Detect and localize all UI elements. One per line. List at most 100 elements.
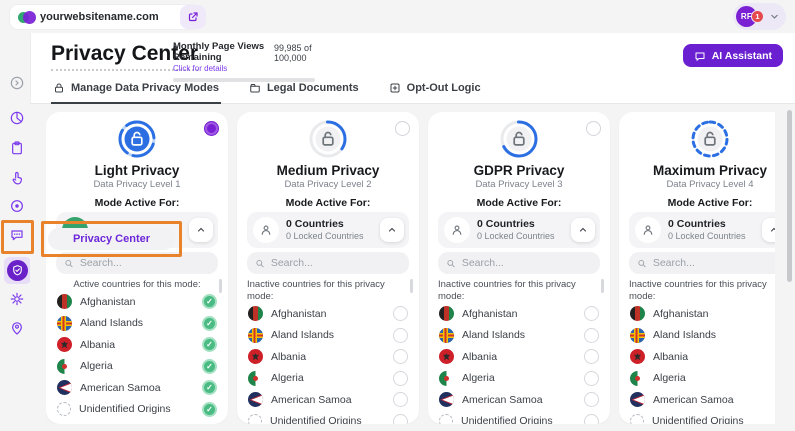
pie-chart-icon[interactable] [9,110,25,126]
tab-manage-data-privacy-modes[interactable]: Manage Data Privacy Modes [51,82,221,104]
country-flag [439,306,454,321]
country-name: Albania [653,351,688,363]
country-flag [630,414,644,424]
country-status[interactable] [202,316,217,331]
country-row: Unidentified Origins [438,411,600,425]
account-menu[interactable]: RF 1 [733,3,786,30]
person-pin-icon[interactable] [9,320,25,336]
tab-legal-documents[interactable]: Legal Documents [247,82,361,104]
country-flag [248,328,263,343]
country-row: Unidentified Origins [247,411,409,425]
mode-level: Data Privacy Level 3 [438,179,600,190]
collapse-button[interactable] [571,218,595,242]
country-status[interactable] [202,380,217,395]
country-status[interactable] [584,392,599,407]
country-status[interactable] [202,402,217,417]
gear-icon[interactable] [9,291,25,307]
page-header: Privacy Center Monthly Page Views Remain… [30,33,795,104]
country-flag [439,414,453,424]
country-flag [57,316,72,331]
country-flag [439,392,454,407]
search-input[interactable] [462,257,592,269]
country-name: American Samoa [462,394,543,406]
country-name: Aland Islands [653,329,716,341]
usage-details-link[interactable]: Click for details [173,64,323,73]
country-name: American Samoa [271,394,352,406]
mode-title: Light Privacy [56,163,218,178]
mode-active-label: Mode Active For: [438,197,600,209]
target-icon[interactable] [9,198,25,214]
country-status[interactable] [393,349,408,364]
country-flag [248,306,263,321]
country-name: Albania [271,351,306,363]
country-name: Afghanistan [462,308,517,320]
search-input[interactable] [80,257,210,269]
country-name: Algeria [271,372,304,384]
list-header: Inactive countries for this privacy mode… [438,279,600,303]
lock-badge-icon [118,120,156,158]
country-status[interactable] [393,328,408,343]
country-flag [248,392,263,407]
topbar: yourwebsitename.com RF 1 [0,0,795,33]
mode-radio[interactable] [204,121,219,136]
list-scrollbar[interactable] [410,279,413,293]
collapse-button[interactable] [380,218,404,242]
country-name: Afghanistan [653,308,708,320]
website-logo-icon [18,11,33,24]
sidebar-item-privacy-center[interactable] [4,257,31,284]
country-row: Unidentified Origins [56,399,218,421]
clipboard-icon[interactable] [9,140,25,156]
page-scrollbar[interactable] [787,110,792,282]
country-name: Unidentified Origins [652,415,744,424]
country-name: Aland Islands [462,329,525,341]
list-scrollbar[interactable] [601,279,604,293]
chevron-up-icon [769,225,775,235]
website-selector[interactable]: yourwebsitename.com [10,5,199,29]
country-status[interactable] [584,349,599,364]
expand-icon[interactable] [9,75,25,91]
collapse-button[interactable] [189,218,213,242]
hand-click-icon[interactable] [9,170,25,186]
country-name: American Samoa [653,394,734,406]
usage-value: 99,985 of 100,000 [274,43,323,63]
country-flag [57,294,72,309]
country-status[interactable] [202,337,217,352]
mode-radio[interactable] [395,121,410,136]
country-status[interactable] [393,371,408,386]
tab-opt-out-logic[interactable]: Opt-Out Logic [387,82,483,104]
collapse-button[interactable] [762,218,775,242]
country-status[interactable] [584,414,599,424]
mode-active-panel: 0 Countries 0 Locked Countries [629,212,775,248]
country-flag [630,392,645,407]
country-status[interactable] [393,414,408,424]
country-status[interactable] [393,392,408,407]
country-name: Albania [462,351,497,363]
open-website-button[interactable] [180,5,206,29]
country-row: American Samoa [438,389,600,411]
country-name: Albania [80,339,115,351]
country-status[interactable] [393,306,408,321]
panel-icon [253,217,279,243]
country-status[interactable] [584,371,599,386]
country-name: Unidentified Origins [79,403,171,415]
list-header: Inactive countries for this privacy mode… [629,279,775,303]
search-input[interactable] [271,257,401,269]
country-search[interactable] [438,252,600,274]
search-icon [446,258,456,269]
country-status[interactable] [584,306,599,321]
country-list: Inactive countries for this privacy mode… [629,279,775,424]
list-scrollbar[interactable] [219,279,222,293]
country-status[interactable] [202,359,217,374]
search-icon [637,258,647,269]
country-status[interactable] [584,328,599,343]
country-search[interactable] [247,252,409,274]
lock-badge-icon [309,120,347,158]
chat-icon[interactable] [9,226,25,242]
country-search[interactable] [629,252,775,274]
mode-radio[interactable] [586,121,601,136]
country-name: Afghanistan [80,296,135,308]
country-status[interactable] [202,294,217,309]
search-input[interactable] [653,257,775,269]
ai-assistant-button[interactable]: AI Assistant [683,44,783,67]
notification-badge: 1 [751,10,764,23]
